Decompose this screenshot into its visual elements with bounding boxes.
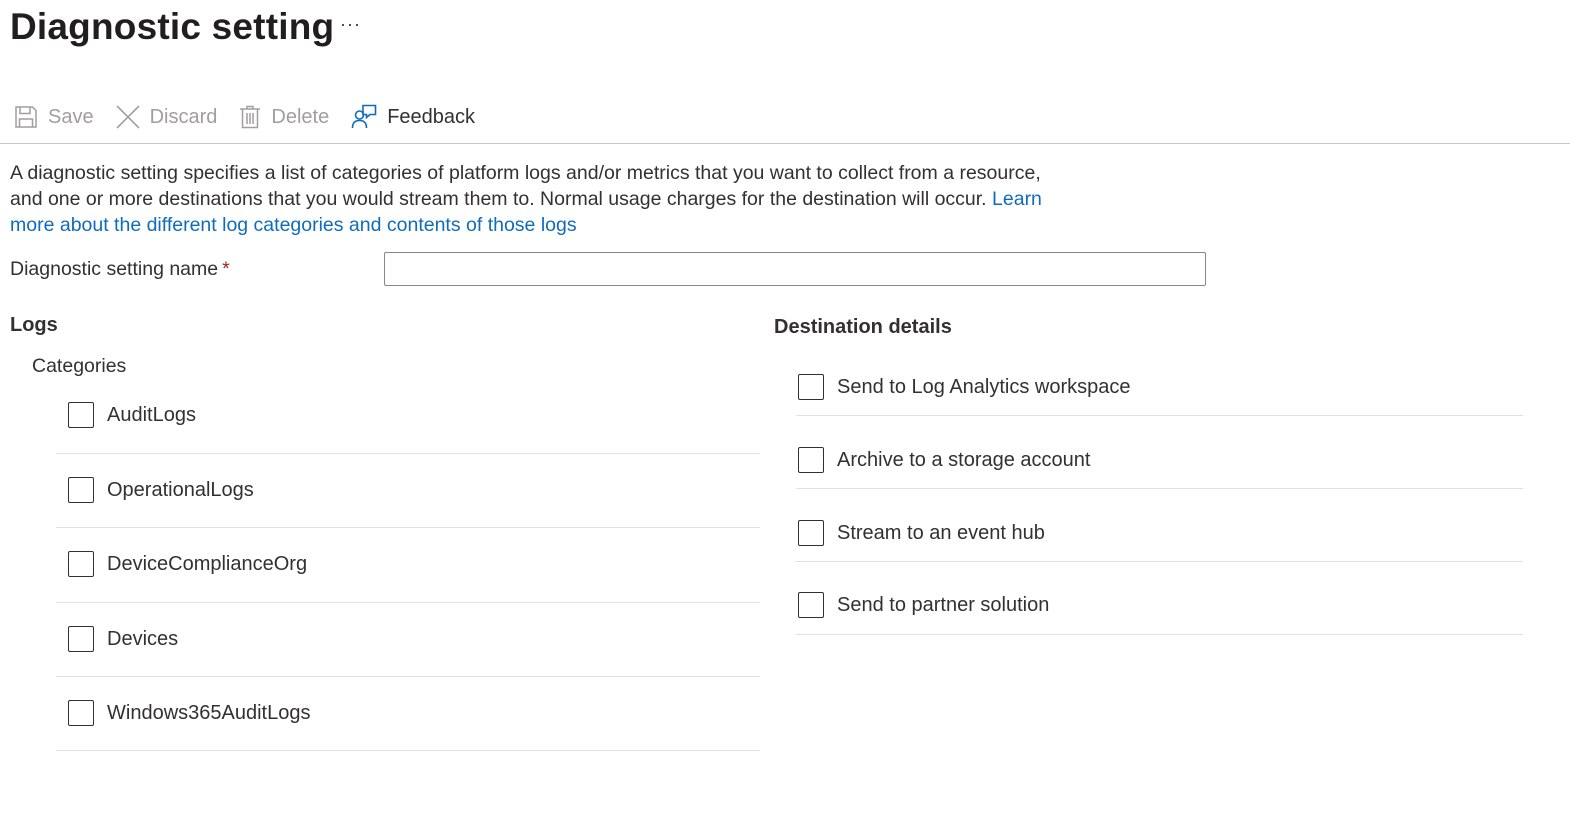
save-icon bbox=[14, 105, 48, 129]
trash-icon bbox=[239, 105, 271, 129]
log-category-auditlogs[interactable]: AuditLogs bbox=[68, 402, 196, 428]
checkbox-label: DeviceComplianceOrg bbox=[107, 552, 308, 575]
save-button[interactable]: Save bbox=[14, 105, 94, 129]
log-category-devices[interactable]: Devices bbox=[68, 626, 178, 652]
feedback-icon bbox=[351, 104, 387, 130]
command-bar: Save Discard Delete Feedback bbox=[14, 98, 497, 136]
row-divider bbox=[56, 602, 760, 603]
feedback-label: Feedback bbox=[387, 105, 476, 128]
checkbox-label: Stream to an event hub bbox=[837, 521, 1045, 544]
categories-label: Categories bbox=[32, 355, 127, 377]
row-divider bbox=[796, 415, 1523, 416]
row-divider bbox=[796, 561, 1523, 562]
destination-log-analytics[interactable]: Send to Log Analytics workspace bbox=[798, 374, 1131, 400]
destination-storage-account[interactable]: Archive to a storage account bbox=[798, 447, 1090, 473]
destination-heading: Destination details bbox=[774, 316, 952, 338]
checkbox[interactable] bbox=[68, 402, 94, 428]
checkbox-label: Send to partner solution bbox=[837, 593, 1050, 616]
feedback-button[interactable]: Feedback bbox=[351, 104, 475, 130]
close-icon bbox=[116, 105, 150, 129]
more-options-button[interactable]: ··· bbox=[340, 14, 361, 35]
checkbox[interactable] bbox=[798, 374, 824, 400]
checkbox-label: Windows365AuditLogs bbox=[107, 701, 311, 724]
discard-button[interactable]: Discard bbox=[116, 105, 218, 129]
row-divider bbox=[796, 488, 1523, 489]
row-divider bbox=[56, 750, 760, 751]
description: A diagnostic setting specifies a list of… bbox=[10, 160, 1060, 238]
checkbox-label: Send to Log Analytics workspace bbox=[837, 375, 1131, 398]
page-title: Diagnostic setting bbox=[10, 6, 335, 47]
destination-event-hub[interactable]: Stream to an event hub bbox=[798, 520, 1045, 546]
delete-button[interactable]: Delete bbox=[239, 105, 329, 129]
checkbox[interactable] bbox=[798, 520, 824, 546]
checkbox[interactable] bbox=[798, 447, 824, 473]
checkbox[interactable] bbox=[68, 626, 94, 652]
logs-heading: Logs bbox=[10, 314, 58, 336]
setting-name-label: Diagnostic setting name * bbox=[10, 258, 230, 281]
checkbox-label: AuditLogs bbox=[107, 403, 196, 426]
description-text: A diagnostic setting specifies a list of… bbox=[10, 162, 1041, 210]
checkbox[interactable] bbox=[68, 700, 94, 726]
row-divider bbox=[796, 634, 1523, 635]
checkbox[interactable] bbox=[68, 551, 94, 577]
destination-partner-solution[interactable]: Send to partner solution bbox=[798, 592, 1049, 618]
row-divider bbox=[56, 527, 760, 528]
checkbox[interactable] bbox=[68, 477, 94, 503]
row-divider bbox=[56, 453, 760, 454]
setting-name-input[interactable] bbox=[384, 252, 1206, 286]
discard-label: Discard bbox=[149, 105, 218, 128]
required-marker: * bbox=[222, 258, 230, 280]
checkbox-label: Devices bbox=[107, 627, 179, 650]
setting-name-label-text: Diagnostic setting name bbox=[10, 258, 219, 280]
row-divider bbox=[56, 676, 760, 677]
log-category-windows365auditlogs[interactable]: Windows365AuditLogs bbox=[68, 700, 310, 726]
checkbox-label: OperationalLogs bbox=[107, 478, 254, 501]
checkbox-label: Archive to a storage account bbox=[837, 448, 1091, 471]
save-label: Save bbox=[48, 105, 94, 128]
log-category-operationallogs[interactable]: OperationalLogs bbox=[68, 477, 254, 503]
checkbox[interactable] bbox=[798, 592, 824, 618]
delete-label: Delete bbox=[271, 105, 330, 128]
log-category-devicecomplianceorg[interactable]: DeviceComplianceOrg bbox=[68, 551, 307, 577]
toolbar-divider bbox=[0, 143, 1570, 144]
